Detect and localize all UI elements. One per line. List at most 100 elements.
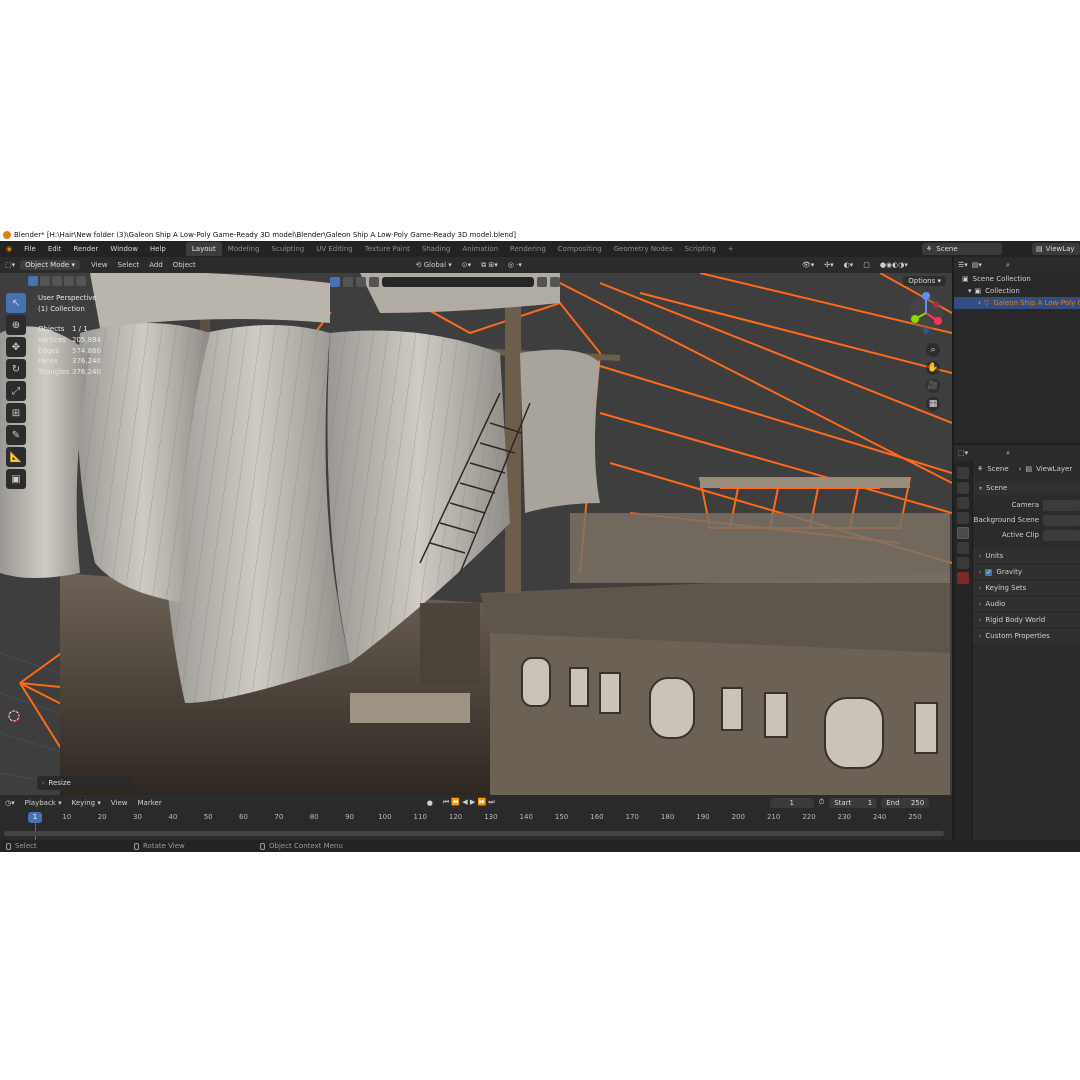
object-mode-dropdown[interactable]: Object Mode ▾: [20, 260, 80, 270]
ortho-grid-icon[interactable]: ▦: [926, 397, 940, 411]
scene-tab-icon[interactable]: [957, 527, 969, 539]
filter-empty-icon[interactable]: [369, 277, 379, 287]
texture-tab-icon[interactable]: [957, 572, 969, 584]
tool-tab-icon[interactable]: [957, 467, 969, 479]
move-tool-icon[interactable]: ✥: [6, 337, 26, 357]
tab-scripting[interactable]: Scripting: [679, 242, 722, 256]
bookmark-icon[interactable]: [537, 277, 547, 287]
tab-texture-paint[interactable]: Texture Paint: [359, 242, 416, 256]
tab-compositing[interactable]: Compositing: [552, 242, 608, 256]
properties-search-icon[interactable]: ⌕: [1006, 449, 1010, 458]
menu-file[interactable]: File: [18, 245, 42, 253]
custom-properties-section[interactable]: › Custom Properties: [973, 629, 1080, 643]
tab-geometry-nodes[interactable]: Geometry Nodes: [608, 242, 679, 256]
options-button[interactable]: Options ▾: [903, 276, 946, 286]
xray-icon[interactable]: ▢: [858, 261, 875, 269]
add-workspace-button[interactable]: +: [722, 242, 740, 256]
camera-view-icon[interactable]: 🎥: [926, 379, 940, 393]
zoom-icon[interactable]: ⌕: [926, 343, 940, 357]
transform-orientation-dropdown[interactable]: ⟲ Global ▾: [411, 261, 457, 269]
audio-section[interactable]: › Audio: [973, 597, 1080, 611]
3d-viewport[interactable]: Options ▾ ↖ ⊕ ✥ ↻ ⤢ ⊞ ✎ 📐 ▣ User Perspec…: [0, 273, 952, 795]
menu-select[interactable]: Select: [113, 261, 145, 269]
filter-funnel-icon[interactable]: [550, 277, 560, 287]
select-extend-icon[interactable]: [40, 276, 50, 286]
add-cube-tool-icon[interactable]: ▣: [6, 469, 26, 489]
tab-shading[interactable]: Shading: [416, 242, 456, 256]
menu-marker[interactable]: Marker: [133, 799, 167, 807]
gravity-checkbox[interactable]: ✓: [985, 568, 993, 576]
outliner-galeon-object[interactable]: › ▽ Galeon Ship A Low-Poly G: [954, 297, 1080, 309]
properties-editor-icon[interactable]: ⬚▾: [958, 449, 968, 457]
tab-rendering[interactable]: Rendering: [504, 242, 552, 256]
snap-icon[interactable]: ⧉ ⊞▾: [476, 261, 503, 270]
tab-layout[interactable]: Layout: [185, 242, 222, 256]
rigid-body-world-section[interactable]: › Rigid Body World: [973, 613, 1080, 627]
background-scene-field[interactable]: [1043, 514, 1080, 526]
timeline-scrollbar[interactable]: [4, 831, 944, 836]
menu-help[interactable]: Help: [144, 245, 172, 253]
tab-modeling[interactable]: Modeling: [222, 242, 266, 256]
select-tool-icon[interactable]: ↖: [6, 293, 26, 313]
filter-light-icon[interactable]: [343, 277, 353, 287]
measure-tool-icon[interactable]: 📐: [6, 447, 26, 467]
transform-tool-icon[interactable]: ⊞: [6, 403, 26, 423]
menu-playback[interactable]: Playback ▾: [20, 799, 67, 807]
units-section[interactable]: › Units: [973, 549, 1080, 563]
current-frame-field[interactable]: 1: [769, 797, 814, 808]
proportional-edit-icon[interactable]: ◎ ·▾: [503, 261, 527, 269]
menu-object[interactable]: Object: [168, 261, 201, 269]
select-invert-icon[interactable]: [64, 276, 74, 286]
outliner-editor-icon[interactable]: ☰▾: [958, 261, 968, 269]
menu-timeline-view[interactable]: View: [106, 799, 133, 807]
scene-selector[interactable]: ⚘ Scene: [922, 243, 1002, 255]
output-tab-icon[interactable]: [957, 497, 969, 509]
editor-type-icon[interactable]: ⬚▾: [0, 261, 20, 269]
menu-view[interactable]: View: [86, 261, 113, 269]
select-box-icon[interactable]: [28, 276, 38, 286]
timeline-ruler[interactable]: 1 10 20 30 40 50 60 70 80 90 100 110 120 130 140 150 160…: [0, 810, 952, 840]
start-frame-field[interactable]: Start 1: [829, 797, 878, 808]
outliner-display-mode-icon[interactable]: ▤▾: [972, 261, 982, 269]
blender-menu-icon[interactable]: ◉: [0, 245, 18, 253]
menu-window[interactable]: Window: [104, 245, 144, 253]
menu-add[interactable]: Add: [144, 261, 168, 269]
annotate-tool-icon[interactable]: ✎: [6, 425, 26, 445]
filter-camera-icon[interactable]: [356, 277, 366, 287]
tab-uv-editing[interactable]: UV Editing: [310, 242, 359, 256]
end-frame-field[interactable]: End 250: [881, 797, 930, 808]
view-layer-tab-icon[interactable]: [957, 512, 969, 524]
filter-mesh-icon[interactable]: [330, 277, 340, 287]
visibility-icon[interactable]: 👁▾: [797, 261, 819, 269]
rotate-tool-icon[interactable]: ↻: [6, 359, 26, 379]
pan-hand-icon[interactable]: ✋: [926, 361, 940, 375]
outliner-search-icon[interactable]: ⌕: [1006, 261, 1010, 270]
pivot-icon[interactable]: ⊙▾: [457, 261, 476, 269]
viewport-search-input[interactable]: [382, 277, 534, 287]
tab-sculpting[interactable]: Sculpting: [266, 242, 311, 256]
gizmo-toggle-icon[interactable]: ✣▾: [819, 261, 838, 269]
active-clip-field[interactable]: [1043, 529, 1080, 541]
record-icon[interactable]: ●: [422, 799, 438, 807]
last-operator-panel[interactable]: › Resize: [37, 776, 132, 790]
scale-tool-icon[interactable]: ⤢: [6, 381, 26, 401]
cursor-tool-icon[interactable]: ⊕: [6, 315, 26, 335]
overlay-toggle-icon[interactable]: ◐▾: [839, 261, 859, 269]
shading-modes-icon[interactable]: ●◉◐◑▾: [875, 261, 913, 269]
timeline-editor-icon[interactable]: ◷▾: [0, 799, 20, 807]
select-intersect-icon[interactable]: [76, 276, 86, 286]
axis-gizmo-icon[interactable]: [906, 291, 944, 339]
tab-animation[interactable]: Animation: [456, 242, 504, 256]
scene-section-header[interactable]: ▾ Scene: [973, 481, 1080, 495]
menu-render[interactable]: Render: [67, 245, 104, 253]
outliner-collection[interactable]: ▾ ▣ Collection: [954, 285, 1080, 297]
collection-tab-icon[interactable]: [957, 557, 969, 569]
viewlayer-selector[interactable]: ▤ ViewLay: [1032, 243, 1080, 255]
menu-keying[interactable]: Keying ▾: [67, 799, 106, 807]
render-tab-icon[interactable]: [957, 482, 969, 494]
playback-controls-icon[interactable]: ⏮ ⏪ ◀ ▶ ⏩ ⏭: [438, 798, 500, 807]
select-subtract-icon[interactable]: [52, 276, 62, 286]
outliner-scene-collection[interactable]: ▣ Scene Collection: [954, 273, 1080, 285]
stopwatch-icon[interactable]: ⏱: [814, 798, 829, 807]
camera-field[interactable]: [1043, 499, 1080, 511]
